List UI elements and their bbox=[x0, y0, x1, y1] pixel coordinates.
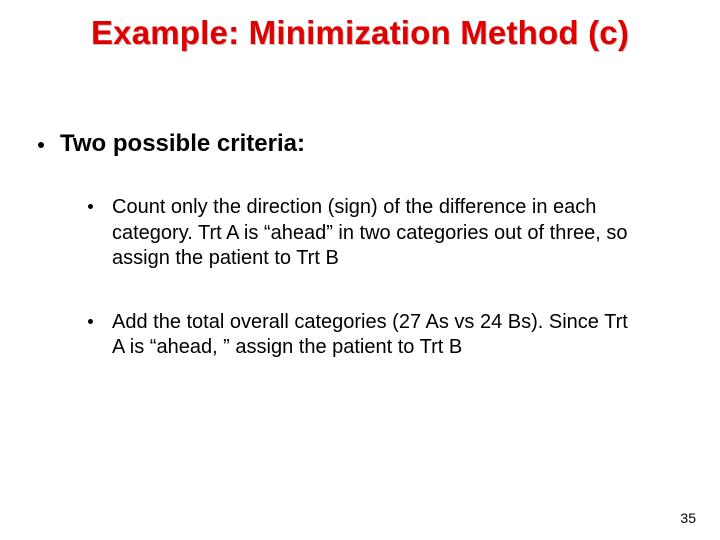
sub-bullet-item: Add the total overall categories (27 As … bbox=[112, 310, 640, 361]
page-number: 35 bbox=[680, 510, 696, 526]
sub-bullet-list: Count only the direction (sign) of the d… bbox=[112, 195, 640, 399]
sub-bullet-text: Count only the direction (sign) of the d… bbox=[112, 196, 627, 269]
bullet-dot-icon bbox=[38, 142, 44, 148]
main-bullet: Two possible criteria: bbox=[60, 130, 680, 158]
sub-bullet-text: Add the total overall categories (27 As … bbox=[112, 311, 628, 359]
bullet-dot-icon bbox=[88, 319, 93, 324]
slide-title: Example: Minimization Method (c) bbox=[0, 14, 720, 52]
main-bullet-text: Two possible criteria: bbox=[60, 130, 305, 157]
slide: Example: Minimization Method (c) Two pos… bbox=[0, 0, 720, 540]
bullet-dot-icon bbox=[88, 204, 93, 209]
sub-bullet-item: Count only the direction (sign) of the d… bbox=[112, 195, 640, 272]
